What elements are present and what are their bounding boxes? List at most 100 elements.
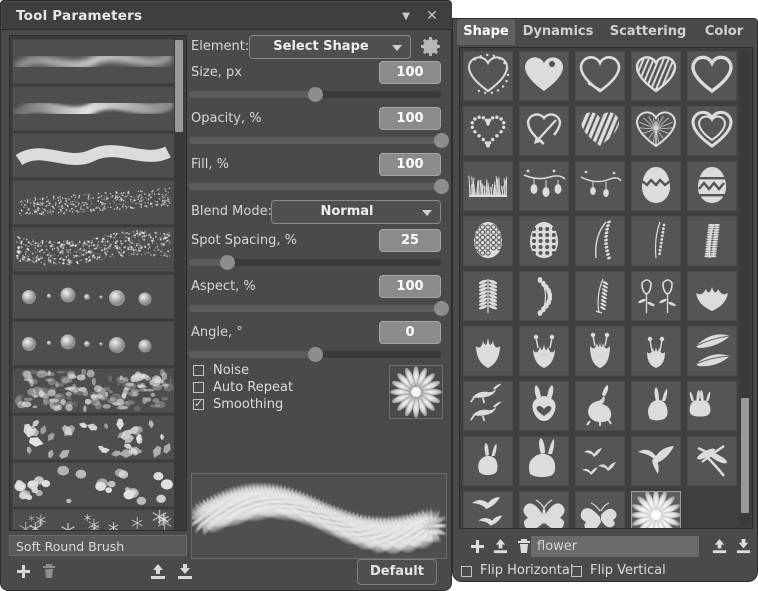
shape-cell-heart-dotted[interactable] [463, 106, 513, 156]
tab-color[interactable]: Color [695, 19, 753, 45]
shape-cell-tulip-solid-wide[interactable] [687, 271, 737, 321]
shape-cell-heart-crossed-outline[interactable] [575, 51, 625, 101]
parameter-slider[interactable] [189, 259, 441, 266]
shape-name-input[interactable] [531, 536, 699, 557]
slider-thumb[interactable] [308, 347, 323, 362]
parameter-slider[interactable] [189, 91, 441, 98]
shape-cell-rabbit-small[interactable] [463, 436, 513, 486]
shape-cell-dragonfly[interactable] [687, 436, 737, 486]
shape-cell-rabbit-large[interactable] [519, 436, 569, 486]
shape-cell-crocus-stamens[interactable] [519, 326, 569, 376]
parameter-value-input[interactable]: 100 [379, 107, 441, 130]
shape-cell-heart-brush-outline[interactable] [687, 51, 737, 101]
shape-cell-fern-frond[interactable] [687, 216, 737, 266]
slider-thumb[interactable] [434, 301, 449, 316]
default-button[interactable]: Default [357, 559, 437, 585]
close-icon[interactable]: ✕ [424, 9, 440, 25]
parameter-value-input[interactable]: 100 [379, 153, 441, 176]
gear-icon[interactable] [421, 37, 440, 60]
shape-cell-egg-lace[interactable] [463, 216, 513, 266]
parameter-value-input[interactable]: 0 [379, 321, 441, 344]
load-icon[interactable] [711, 538, 728, 555]
shape-cell-heart-sketch-outline[interactable] [463, 51, 513, 101]
tab-dynamics[interactable]: Dynamics [515, 19, 601, 45]
brush-list-item[interactable] [12, 415, 175, 460]
shape-cell-daisy-flower[interactable] [631, 491, 681, 529]
option-checkbox[interactable]: Auto Repeat [191, 380, 321, 397]
shape-cell-flower-bud-stamens[interactable] [631, 326, 681, 376]
shape-cell-heart-arrow[interactable] [519, 106, 569, 156]
shape-cell-heart-spiky[interactable] [631, 106, 681, 156]
shape-cell-egg-polka-dot[interactable] [519, 216, 569, 266]
shape-cell-tulip-stamens[interactable] [575, 326, 625, 376]
tab-shape[interactable]: Shape [457, 19, 515, 45]
shape-cell-willow-sprig-curved[interactable] [575, 216, 625, 266]
brush-list-item[interactable] [12, 274, 175, 319]
brush-list-item[interactable] [12, 133, 175, 178]
shape-cell-leaf-sprig[interactable] [463, 271, 513, 321]
shape-cell-egg-zigzag[interactable] [687, 161, 737, 211]
slider-thumb[interactable] [308, 87, 323, 102]
shape-cell-heart-filled[interactable] [519, 51, 569, 101]
parameter-slider[interactable] [189, 351, 441, 358]
parameter-slider[interactable] [189, 183, 441, 190]
shape-cell-leaves-pair[interactable] [687, 326, 737, 376]
shape-cell-butterfly-side[interactable] [575, 491, 625, 529]
brush-list-item[interactable] [12, 39, 175, 84]
save-icon[interactable] [735, 538, 752, 555]
slider-thumb[interactable] [220, 255, 235, 270]
parameter-value-input[interactable]: 100 [379, 275, 441, 298]
shape-cell-rabbit-hopping[interactable] [575, 381, 625, 431]
plus-icon[interactable] [469, 538, 486, 555]
shape-cell-egg-cracked[interactable] [631, 161, 681, 211]
parameter-value-input[interactable]: 25 [379, 229, 441, 252]
element-select[interactable]: Select Shape [249, 35, 411, 59]
brush-list-scrollbar[interactable] [174, 38, 184, 528]
brush-list-item[interactable] [12, 227, 175, 272]
blend-mode-select[interactable]: Normal [271, 200, 441, 224]
trash-icon[interactable] [516, 538, 532, 555]
shape-cell-swallow-flying[interactable] [631, 436, 681, 486]
shape-cell-heart-striped[interactable] [575, 106, 625, 156]
import-icon[interactable] [492, 538, 509, 555]
brush-list-item[interactable] [12, 86, 175, 131]
shape-cell-grass-tuft[interactable] [463, 161, 513, 211]
shape-cell-tulip-solid[interactable] [463, 326, 513, 376]
brush-list[interactable] [9, 35, 187, 531]
tab-scattering[interactable]: Scattering [601, 19, 695, 45]
shape-cell-heart-hatched[interactable] [631, 51, 681, 101]
plus-icon[interactable] [15, 563, 32, 580]
shape-grid-scroll-thumb[interactable] [741, 398, 749, 513]
shape-grid[interactable] [459, 47, 753, 529]
brush-list-item[interactable] [12, 180, 175, 225]
trash-icon[interactable] [41, 563, 57, 580]
shape-cell-birds-two[interactable] [463, 491, 513, 529]
brush-list-item[interactable] [12, 321, 175, 366]
shape-cell-thin-sprig[interactable] [631, 216, 681, 266]
option-checkbox[interactable]: Noise [191, 363, 321, 380]
shape-cell-swallows-three[interactable] [575, 436, 625, 486]
shape-cell-rabbit-heart[interactable] [519, 381, 569, 431]
parameter-slider[interactable] [189, 305, 441, 312]
brush-list-item[interactable] [12, 509, 175, 531]
shape-cell-branch-eggs-small[interactable] [575, 161, 625, 211]
shape-grid-scrollbar[interactable] [740, 50, 750, 526]
shape-cell-heart-double-outline[interactable] [687, 106, 737, 156]
parameter-value-input[interactable]: 100 [379, 61, 441, 84]
chevron-down-icon[interactable]: ▼ [398, 9, 414, 25]
flower-shape-thumbnail[interactable] [389, 365, 443, 419]
shape-cell-butterfly-open[interactable] [519, 491, 569, 529]
option-checkbox[interactable]: ✓ Smoothing [191, 397, 321, 414]
parameter-slider[interactable] [189, 137, 441, 144]
shape-cell-rabbit-sitting[interactable] [631, 381, 681, 431]
brush-list-item[interactable] [12, 368, 175, 413]
shape-cell-rabbits-two[interactable] [687, 381, 737, 431]
shape-cell-branch-eggs-hanging[interactable] [519, 161, 569, 211]
shape-cell-tulip-pair[interactable] [631, 271, 681, 321]
import-icon[interactable] [149, 563, 167, 581]
shape-cell-catkin-branch[interactable] [519, 271, 569, 321]
shape-cell-slender-sprig[interactable] [575, 271, 625, 321]
export-icon[interactable] [176, 563, 194, 581]
slider-thumb[interactable] [434, 133, 449, 148]
slider-thumb[interactable] [434, 179, 449, 194]
